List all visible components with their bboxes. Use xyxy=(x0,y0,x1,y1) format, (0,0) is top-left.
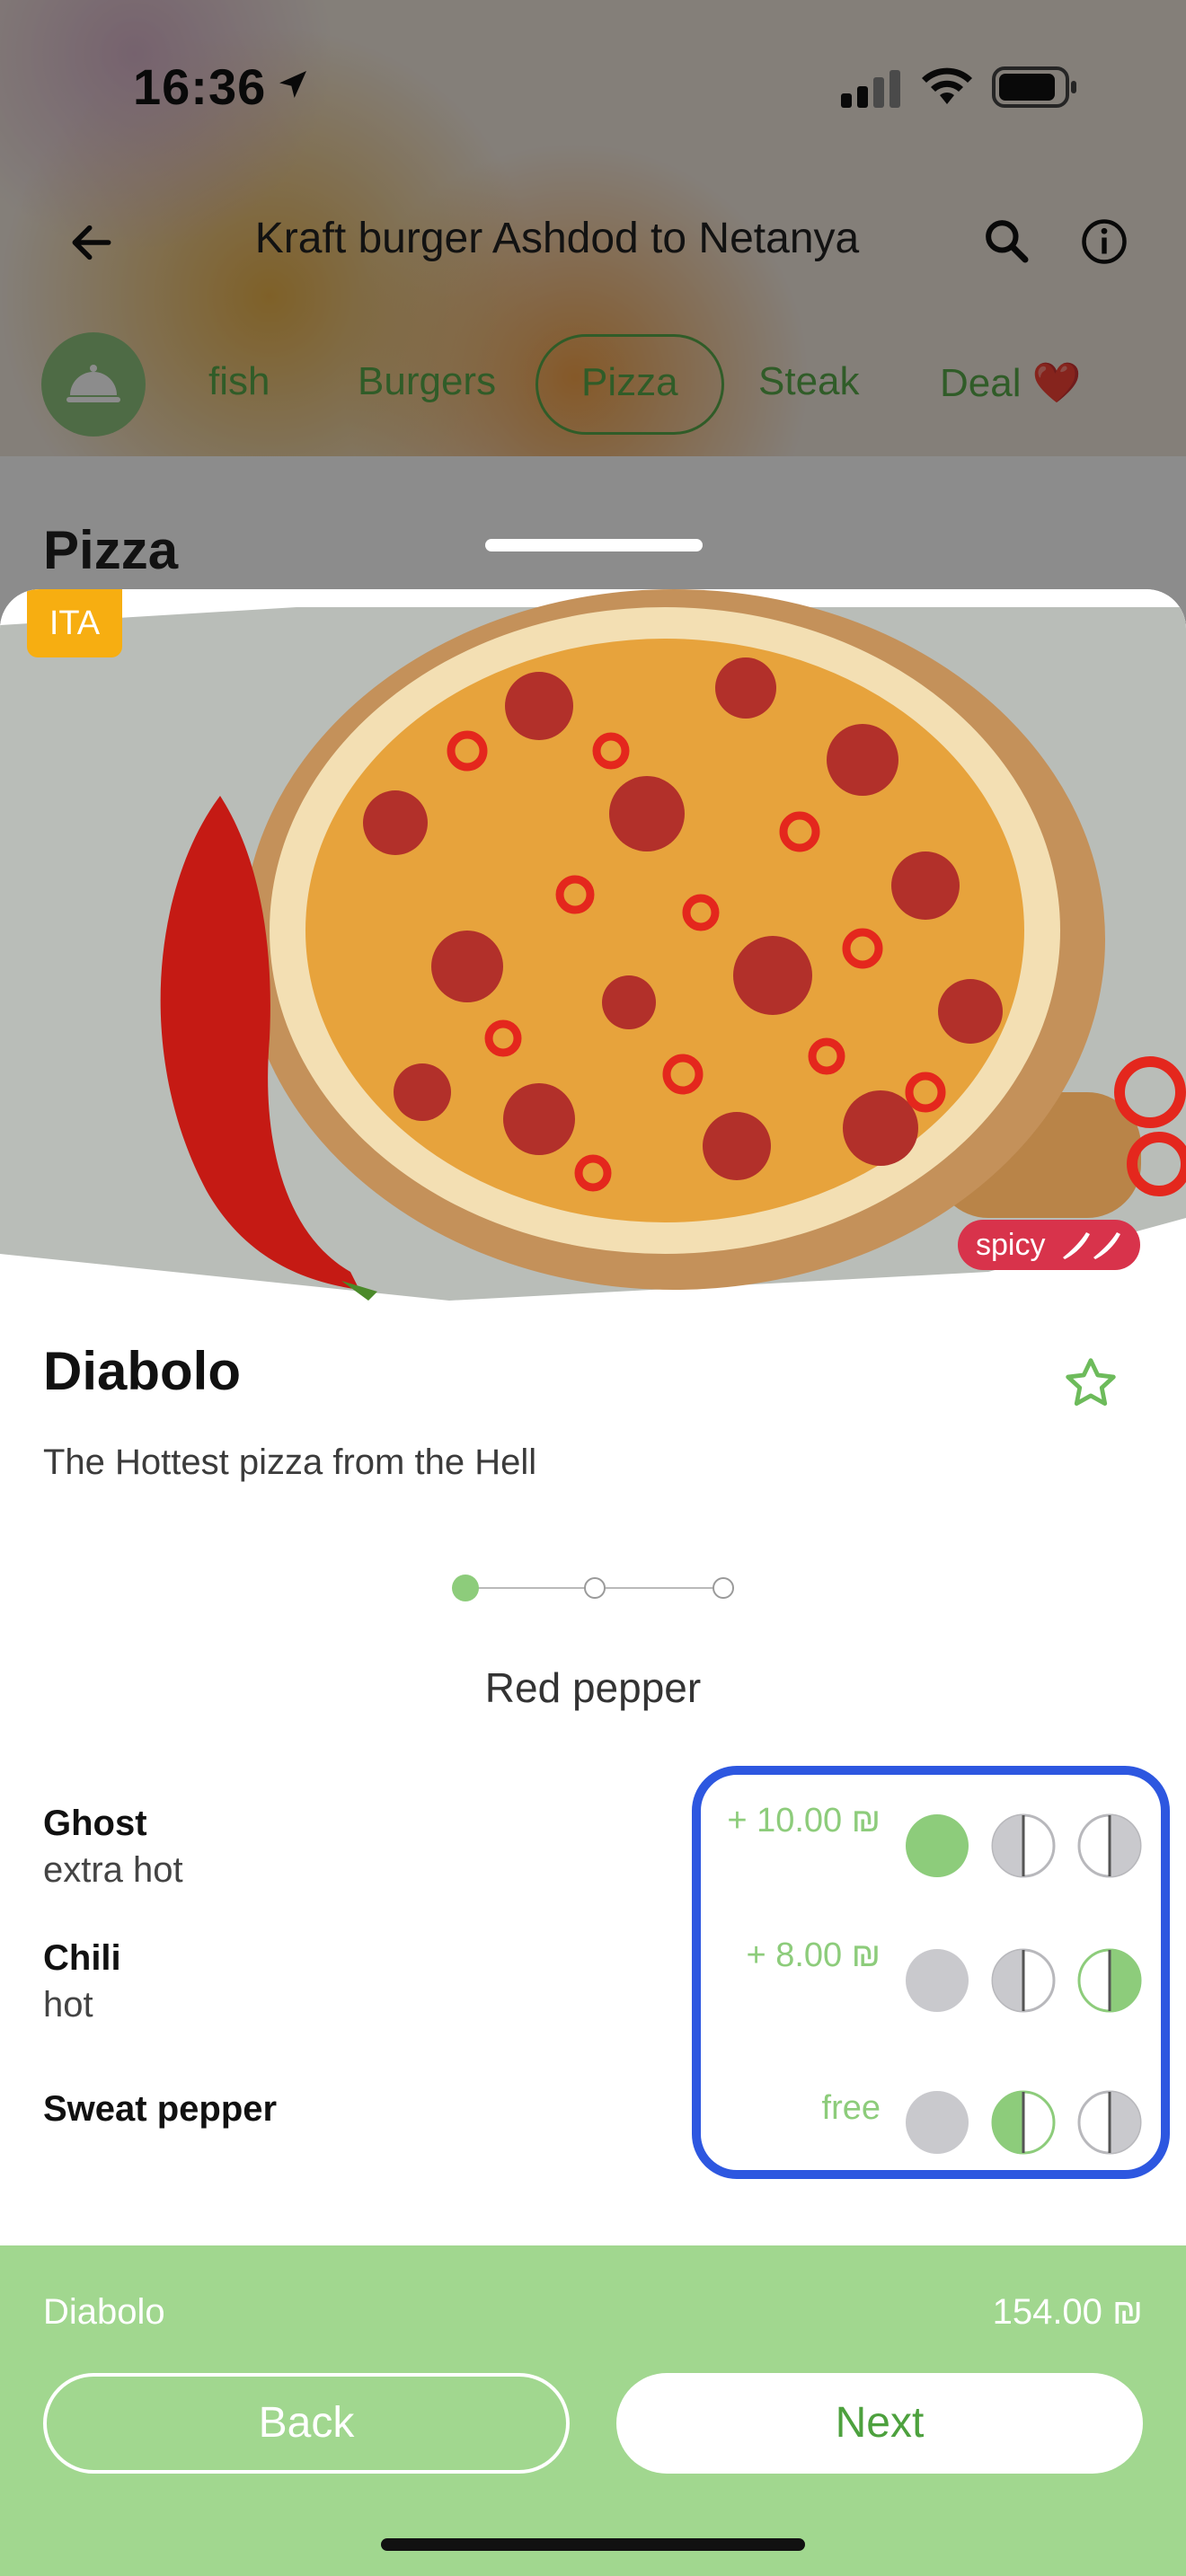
option-price-ghost: + 10.00 ₪ xyxy=(727,1802,881,1839)
step-dot-3 xyxy=(712,1577,734,1599)
favorite-star-icon[interactable] xyxy=(1062,1354,1120,1412)
cart-item-name: Diabolo xyxy=(43,2292,165,2332)
spicy-badge-label: spicy xyxy=(976,1228,1046,1262)
item-name: Diabolo xyxy=(43,1341,241,1401)
option-subtitle-chili: hot xyxy=(43,1985,93,2025)
sheet-drag-handle[interactable] xyxy=(485,539,703,551)
chili-whole-pizza-toggle[interactable] xyxy=(904,1947,970,2014)
step-title: Red pepper xyxy=(484,1664,702,1711)
ghost-left-half-toggle[interactable] xyxy=(990,1813,1057,1879)
step-dot-1 xyxy=(452,1575,479,1601)
sweat-pepper-left-half-toggle[interactable] xyxy=(990,2089,1057,2156)
cart-total-price: 154.00 ₪ xyxy=(992,2292,1143,2332)
option-name-chili: Chili xyxy=(43,1938,121,1978)
back-button[interactable]: Back xyxy=(43,2373,570,2474)
next-button[interactable]: Next xyxy=(616,2373,1143,2474)
sweat-pepper-right-half-toggle[interactable] xyxy=(1076,2089,1143,2156)
item-bottom-sheet: ITA spicy Diabolo The Hottest pizza from… xyxy=(0,589,1186,2576)
step-dot-2 xyxy=(584,1577,606,1599)
home-indicator[interactable] xyxy=(381,2538,805,2551)
ghost-right-half-toggle[interactable] xyxy=(1076,1813,1143,1879)
item-description: The Hottest pizza from the Hell xyxy=(43,1442,537,1482)
chili-left-half-toggle[interactable] xyxy=(990,1947,1057,2014)
sweat-pepper-whole-pizza-toggle[interactable] xyxy=(904,2089,970,2156)
ghost-whole-pizza-toggle[interactable] xyxy=(904,1813,970,1879)
option-price-chili: + 8.00 ₪ xyxy=(746,1936,881,1974)
chili-pepper-icon xyxy=(1063,1232,1121,1259)
option-name-ghost: Ghost xyxy=(43,1804,147,1843)
pizza-image: ITA spicy xyxy=(0,589,1186,1301)
origin-badge: ITA xyxy=(27,589,122,657)
option-name-sweat-pepper: Sweat pepper xyxy=(43,2089,278,2129)
step-progress xyxy=(452,1575,734,1601)
cart-bar: Diabolo 154.00 ₪ Back Next xyxy=(0,2245,1186,2576)
chili-right-half-toggle[interactable] xyxy=(1076,1947,1143,2014)
option-price-sweat-pepper: free xyxy=(821,2089,881,2127)
spicy-badge: spicy xyxy=(958,1220,1141,1270)
option-subtitle-ghost: extra hot xyxy=(43,1850,183,1890)
